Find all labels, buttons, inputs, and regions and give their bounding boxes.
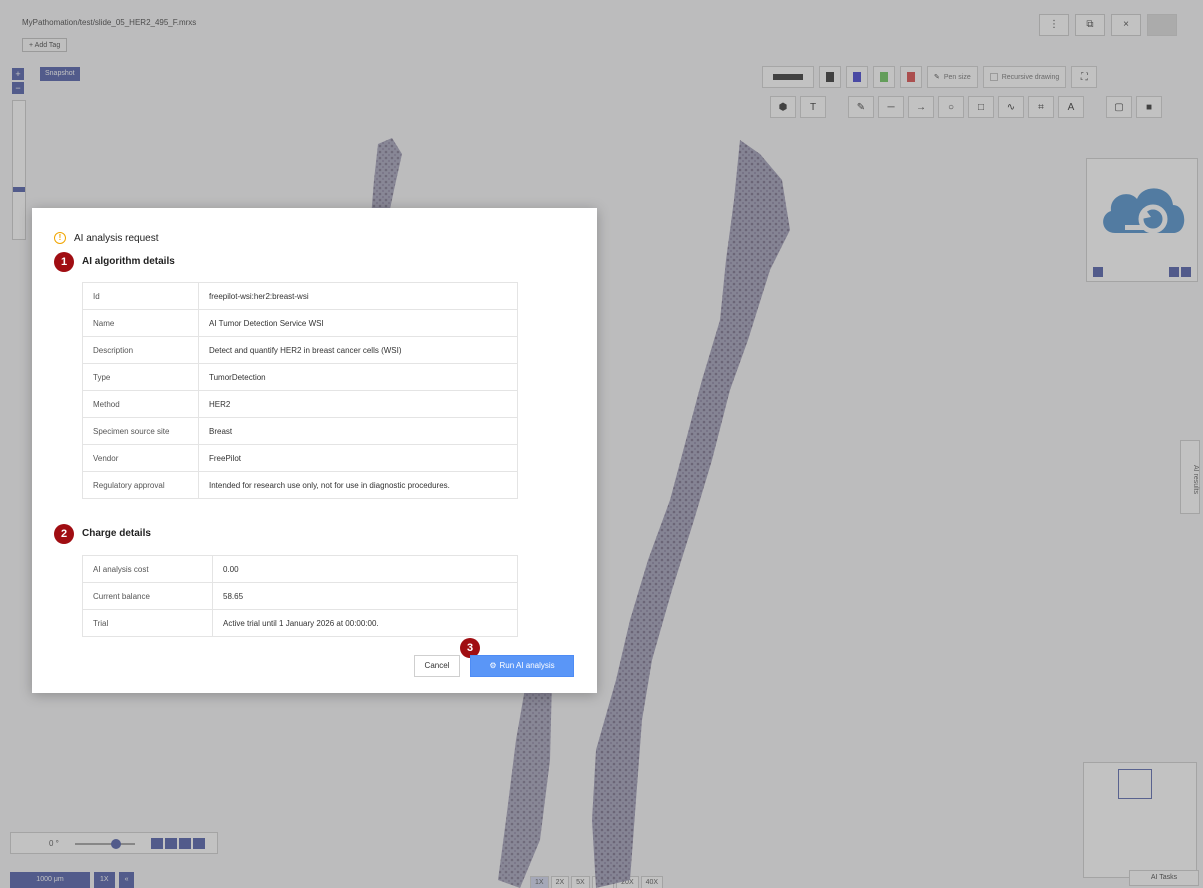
row-value: HER2 — [198, 390, 518, 418]
algorithm-details-table: Id freepilot-wsi:her2:breast-wsi Name AI Tu… — [82, 282, 518, 499]
dialog-header: ! AI analysis request — [54, 232, 159, 244]
charge-details-table: AI analysis cost 0.00 Current balance 58.65… — [82, 555, 518, 637]
row-value: 58.65 — [212, 582, 518, 610]
row-value: Active trial until 1 January 2026 at 00:… — [212, 609, 518, 637]
row-key: Trial — [82, 609, 213, 637]
table-row: Specimen source site Breast — [82, 417, 518, 445]
row-value: Breast — [198, 417, 518, 445]
algorithm-details-title: AI algorithm details — [82, 256, 175, 267]
run-ai-analysis-label: Run AI analysis — [499, 661, 555, 670]
dialog-title: AI analysis request — [74, 232, 159, 244]
row-key: Name — [82, 309, 199, 337]
run-ai-analysis-button[interactable]: ⚙ Run AI analysis — [470, 655, 574, 677]
step-badge-1: 1 — [54, 252, 74, 272]
table-row: Name AI Tumor Detection Service WSI — [82, 309, 518, 337]
row-value: TumorDetection — [198, 363, 518, 391]
table-row: Description Detect and quantify HER2 in b… — [82, 336, 518, 364]
table-row: Regulatory approval Intended for research… — [82, 471, 518, 499]
charge-details-title: Charge details — [82, 528, 151, 539]
table-row: Vendor FreePilot — [82, 444, 518, 472]
row-key: Regulatory approval — [82, 471, 199, 499]
table-row: Trial Active trial until 1 January 2026 a… — [82, 609, 518, 637]
warning-info-icon: ! — [54, 232, 66, 244]
row-key: Method — [82, 390, 199, 418]
table-row: AI analysis cost 0.00 — [82, 555, 518, 583]
table-row: Type TumorDetection — [82, 363, 518, 391]
row-value: Intended for research use only, not for … — [198, 471, 518, 499]
table-row: Id freepilot-wsi:her2:breast-wsi — [82, 282, 518, 310]
row-key: Description — [82, 336, 199, 364]
row-value: FreePilot — [198, 444, 518, 472]
table-row: Current balance 58.65 — [82, 582, 518, 610]
ai-analysis-request-dialog: ! AI analysis request 1 AI algorithm det… — [32, 208, 597, 693]
row-value: Detect and quantify HER2 in breast cance… — [198, 336, 518, 364]
row-key: Vendor — [82, 444, 199, 472]
table-row: Method HER2 — [82, 390, 518, 418]
row-key: Specimen source site — [82, 417, 199, 445]
step-badge-2: 2 — [54, 524, 74, 544]
row-key: Type — [82, 363, 199, 391]
row-value: 0.00 — [212, 555, 518, 583]
row-value: freepilot-wsi:her2:breast-wsi — [198, 282, 518, 310]
row-key: Id — [82, 282, 199, 310]
row-value: AI Tumor Detection Service WSI — [198, 309, 518, 337]
row-key: Current balance — [82, 582, 213, 610]
row-key: AI analysis cost — [82, 555, 213, 583]
cancel-button[interactable]: Cancel — [414, 655, 460, 677]
robot-icon: ⚙ — [489, 661, 497, 670]
